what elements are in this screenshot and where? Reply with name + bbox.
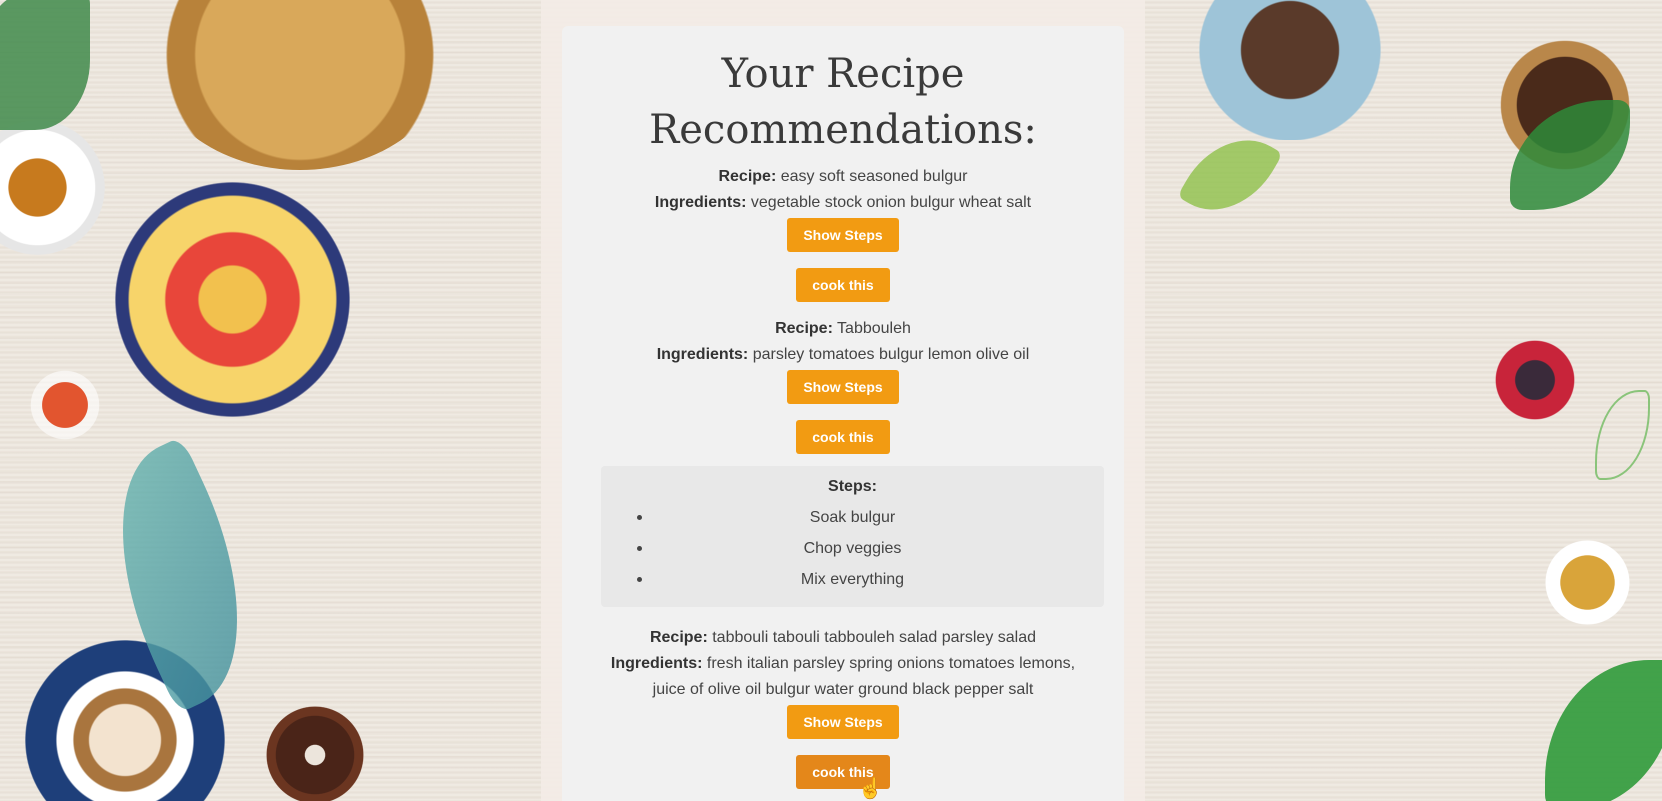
recipe-name: Recipe: easy soft seasoned bulgur xyxy=(562,164,1124,190)
ingredients-value: fresh italian parsley spring onions toma… xyxy=(706,655,1076,672)
recipe-name: Recipe: tabbouli tabouli tabbouleh salad… xyxy=(562,625,1124,651)
green-leaf-bottom-image xyxy=(1545,660,1662,801)
bullet-icon xyxy=(637,577,642,582)
recipe-item: Recipe: Tabbouleh Ingredients: parsley t… xyxy=(562,316,1124,607)
step-text: Mix everything xyxy=(800,571,905,588)
steps-list: Soak bulgur Chop veggies Mix everything xyxy=(601,502,1104,595)
recipe-name: Recipe: Tabbouleh xyxy=(562,316,1124,342)
show-steps-button[interactable]: Show Steps xyxy=(787,370,899,404)
fruit-bowl-image xyxy=(115,182,350,417)
recipe-ingredients-continued: juice of olive oil bulgur water ground b… xyxy=(652,681,1034,698)
monstera-leaf-image xyxy=(0,0,90,130)
tea-cup-right-image xyxy=(1540,535,1635,630)
recipe-ingredients: Ingredients: vegetable stock onion bulgu… xyxy=(562,190,1124,216)
page-title: Your Recipe Recommendations: xyxy=(649,51,1037,153)
ingredients-value: vegetable stock onion bulgur wheat salt xyxy=(750,194,1032,211)
ingredients-label: Ingredients: xyxy=(656,346,749,363)
bullet-icon xyxy=(637,515,642,520)
step-item: Chop veggies xyxy=(601,533,1104,564)
cake-plate-image xyxy=(1185,0,1395,140)
show-steps-button[interactable]: Show Steps xyxy=(787,218,899,252)
tea-cup-image xyxy=(0,120,105,255)
tray-image xyxy=(150,0,450,170)
cook-this-button[interactable]: cook this xyxy=(796,420,890,454)
ingredients-label: Ingredients: xyxy=(610,655,703,672)
bullet-icon xyxy=(637,546,642,551)
recipe-item: Recipe: easy soft seasoned bulgur Ingred… xyxy=(562,164,1124,302)
recipe-ingredients: Ingredients: parsley tomatoes bulgur lem… xyxy=(562,342,1124,368)
recipe-ingredients: Ingredients: fresh italian parsley sprin… xyxy=(562,651,1124,677)
recipe-item: Recipe: tabbouli tabouli tabbouleh salad… xyxy=(562,625,1124,789)
recipe-label: Recipe: xyxy=(775,320,833,337)
step-item: Mix everything xyxy=(601,564,1104,595)
hand-cursor-icon: ☝ xyxy=(858,778,883,800)
recipe-label: Recipe: xyxy=(649,629,708,646)
step-text: Soak bulgur xyxy=(809,509,896,526)
step-item: Soak bulgur xyxy=(601,502,1104,533)
ingredients-value: parsley tomatoes bulgur lemon olive oil xyxy=(752,346,1030,363)
ingredients-label: Ingredients: xyxy=(654,194,747,211)
steps-panel: Steps: Soak bulgur Chop veggies Mix ever… xyxy=(601,466,1104,607)
step-text: Chop veggies xyxy=(803,540,902,557)
recipe-name-value: tabbouli tabouli tabbouleh salad parsley… xyxy=(712,629,1037,646)
outline-leaf-image xyxy=(1595,390,1650,480)
recipe-label: Recipe: xyxy=(718,168,777,185)
steps-title: Steps: xyxy=(828,478,877,495)
show-steps-button[interactable]: Show Steps xyxy=(787,705,899,739)
tea-glass-image xyxy=(25,365,105,445)
berries-image xyxy=(1480,300,1590,460)
recipe-name-value: Tabbouleh xyxy=(837,320,911,337)
cook-this-button[interactable]: cook this xyxy=(796,268,890,302)
recipe-name-value: easy soft seasoned bulgur xyxy=(780,168,968,185)
donut-image xyxy=(265,705,365,801)
recommendations-card: Your Recipe Recommendations: Recipe: eas… xyxy=(562,26,1124,801)
